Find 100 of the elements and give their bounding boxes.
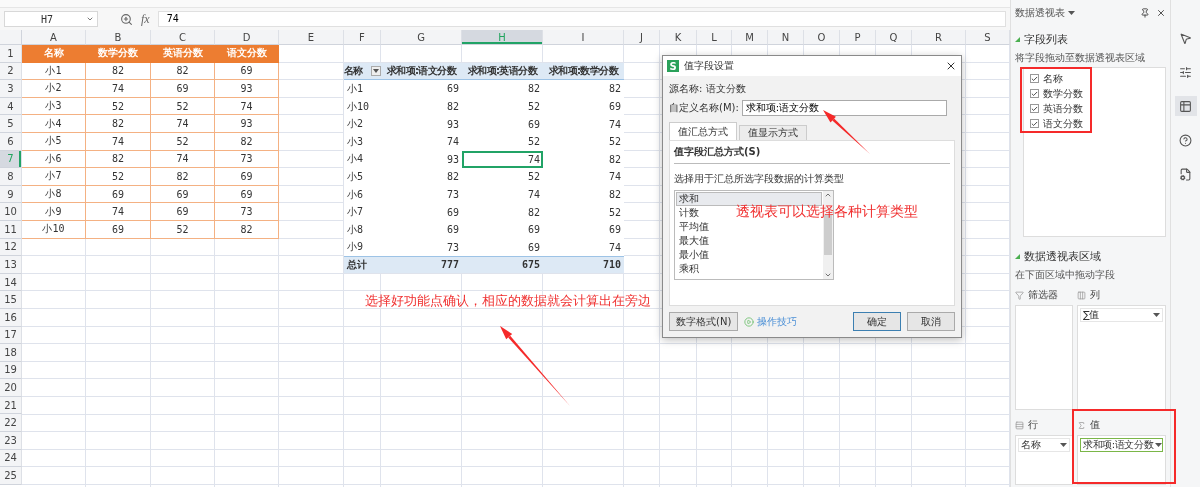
row-header[interactable]: 22 xyxy=(0,414,22,433)
table-cell: 52 xyxy=(462,168,543,186)
table-cell: 总计 xyxy=(344,256,381,274)
checkbox[interactable] xyxy=(1030,104,1039,113)
column-header[interactable]: P xyxy=(840,30,876,45)
table-cell: 73 xyxy=(215,203,279,221)
table-cell: 93 xyxy=(381,115,462,133)
table-cell: 74 xyxy=(543,115,624,133)
table-cell: 82 xyxy=(462,80,543,98)
row-header[interactable]: 20 xyxy=(0,379,22,397)
up-icon xyxy=(824,191,832,199)
close-button[interactable] xyxy=(945,60,957,72)
table-cell: 675 xyxy=(462,256,543,274)
row-header[interactable]: 1 xyxy=(0,45,22,63)
cell-text: 名称 xyxy=(344,63,363,78)
tab[interactable]: 值显示方式 xyxy=(739,125,807,140)
field-label: 自定义名称(M): xyxy=(669,101,739,115)
list-item[interactable]: 最小值 xyxy=(676,248,712,262)
number-format-button[interactable]: 数字格式(N) xyxy=(669,312,739,331)
table-cell: 69 xyxy=(151,80,215,98)
cancel-button[interactable]: 取消 xyxy=(907,312,955,331)
annotation-text: 选择好功能点确认，相应的数据就会计算出在旁边 xyxy=(365,293,651,310)
column-header[interactable]: E xyxy=(279,30,344,45)
row-header[interactable]: 8 xyxy=(0,168,22,186)
checkbox[interactable] xyxy=(1030,119,1039,128)
table-cell: 69 xyxy=(381,80,462,98)
row-header[interactable]: 5 xyxy=(0,115,22,133)
column-title: 数学分数 xyxy=(86,45,151,63)
column-header[interactable]: M xyxy=(732,30,768,45)
ok-button[interactable]: 确定 xyxy=(853,312,901,331)
column-header[interactable]: C xyxy=(151,30,215,45)
row-header[interactable]: 13 xyxy=(0,256,22,274)
column-header[interactable]: J xyxy=(624,30,660,45)
list-item[interactable]: 计数 xyxy=(676,206,702,220)
row-header[interactable]: 3 xyxy=(0,80,22,98)
field-label: 数学分数 xyxy=(1043,86,1083,101)
column-header[interactable]: D xyxy=(215,30,279,45)
drop-area[interactable]: ∑值 xyxy=(1077,305,1166,410)
column-header[interactable]: G xyxy=(381,30,462,45)
column-header[interactable]: O xyxy=(804,30,840,45)
field-chip[interactable]: 名称 xyxy=(1018,438,1070,452)
column-header[interactable]: K xyxy=(660,30,697,45)
row-header[interactable]: 23 xyxy=(0,432,22,450)
hint-text: 将字段拖动至数据透视表区域 xyxy=(1015,51,1146,65)
column-header[interactable]: Q xyxy=(876,30,912,45)
checkbox[interactable] xyxy=(1030,74,1039,83)
custom-name-input[interactable]: 求和项:语文分数 xyxy=(741,100,947,116)
area-label: 列 xyxy=(1090,288,1100,302)
table-cell: 52 xyxy=(543,203,624,221)
section-title: 数据透视表区域 xyxy=(1024,249,1101,264)
list-item[interactable]: 平均值 xyxy=(676,220,712,234)
drop-area[interactable]: 名称 xyxy=(1015,435,1073,485)
column-header[interactable]: R xyxy=(912,30,966,45)
formula-input[interactable]: 74 xyxy=(157,11,1006,27)
zoom-icon[interactable] xyxy=(120,12,133,26)
column-header[interactable]: F xyxy=(344,30,381,45)
table-cell: 小4 xyxy=(22,115,86,133)
tab[interactable]: 值汇总方式 xyxy=(669,122,737,140)
column-header[interactable]: B xyxy=(86,30,151,45)
field-chip[interactable]: ∑值 xyxy=(1080,308,1163,322)
triangle-icon xyxy=(1015,254,1020,259)
checkbox[interactable] xyxy=(1030,89,1039,98)
column-header[interactable]: S xyxy=(966,30,1010,45)
table-cell: 710 xyxy=(543,256,624,274)
row-header[interactable]: 25 xyxy=(0,467,22,485)
table-cell: 小7 xyxy=(344,203,381,221)
table-icon[interactable] xyxy=(1174,96,1197,116)
area-label: 行 xyxy=(1028,418,1038,432)
down-icon xyxy=(824,271,832,279)
list-item[interactable]: 乘积 xyxy=(676,262,702,276)
row-header[interactable]: 18 xyxy=(0,344,22,362)
annotation-text: 透视表可以选择各种计算类型 xyxy=(736,203,918,221)
close-icon[interactable] xyxy=(1156,8,1166,18)
area-label: 筛选器 xyxy=(1028,288,1058,302)
function-label[interactable]: fx xyxy=(141,11,150,27)
column-header[interactable]: A xyxy=(22,30,86,45)
table-cell: 69 xyxy=(151,203,215,221)
filter-icon xyxy=(1015,290,1024,300)
list-item[interactable]: 最大值 xyxy=(676,234,712,248)
drop-area[interactable]: 求和项:语文分数 xyxy=(1077,435,1166,485)
highlight-frame xyxy=(1020,67,1092,133)
rows-icon xyxy=(1015,420,1024,430)
field-chip[interactable]: 求和项:语文分数 xyxy=(1080,438,1163,452)
play-icon xyxy=(744,316,755,327)
column-title: 求和项:语文分数 xyxy=(381,62,462,81)
row-header[interactable]: 15 xyxy=(0,291,22,309)
column-header[interactable]: I xyxy=(543,30,624,45)
table-cell: 小1 xyxy=(344,80,381,98)
name-box[interactable]: H7 xyxy=(4,11,98,27)
table-cell: 69 xyxy=(215,168,279,186)
table-cell: 82 xyxy=(151,168,215,186)
hint-text: 在下面区域中拖动字段 xyxy=(1015,268,1116,282)
field-label: 语文分数 xyxy=(1043,116,1083,131)
columns-icon xyxy=(1077,290,1086,300)
column-header[interactable]: N xyxy=(768,30,804,45)
column-header[interactable]: L xyxy=(697,30,732,45)
panel-title[interactable]: 数据透视表 xyxy=(1015,6,1065,20)
field-label: 英语分数 xyxy=(1043,101,1083,116)
pin-icon[interactable] xyxy=(1140,8,1150,18)
row-header[interactable]: 10 xyxy=(0,203,22,221)
